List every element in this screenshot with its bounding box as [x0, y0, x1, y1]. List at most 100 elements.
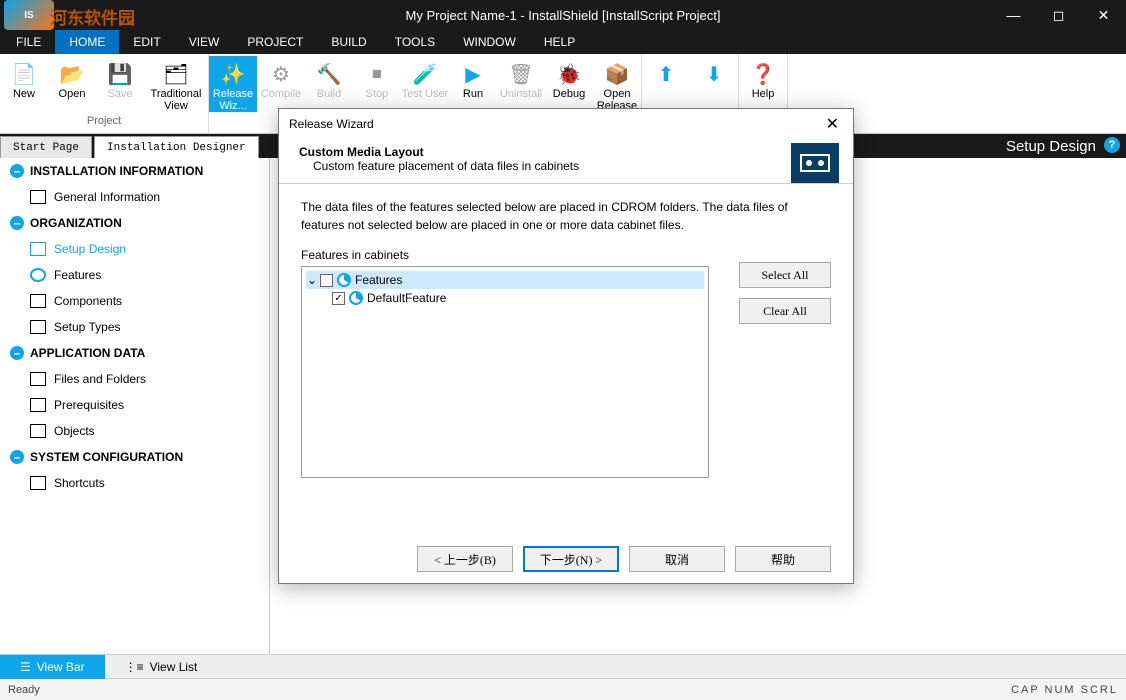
- test-user-button: 🧪Test User: [401, 56, 449, 100]
- collapse-icon[interactable]: –: [10, 216, 24, 230]
- maximize-button[interactable]: ◻: [1036, 0, 1081, 30]
- menu-tools[interactable]: TOOLS: [381, 30, 449, 54]
- save-icon: 💾: [106, 60, 134, 88]
- arrow-icon: [30, 476, 46, 490]
- context-help-icon[interactable]: ?: [1104, 137, 1120, 153]
- next-button[interactable]: 下一步(N) >: [523, 546, 619, 572]
- nav-section[interactable]: –APPLICATION DATA: [0, 340, 269, 366]
- down-button[interactable]: ⬇: [690, 56, 738, 88]
- tab-installation-designer[interactable]: Installation Designer: [94, 136, 259, 158]
- menu-build[interactable]: BUILD: [317, 30, 380, 54]
- save-button: 💾Save: [96, 56, 144, 100]
- open-release-icon: 📦: [603, 60, 631, 88]
- help-icon: ❓: [749, 60, 777, 88]
- select-all-button[interactable]: Select All: [739, 262, 831, 288]
- run-button[interactable]: ▶Run: [449, 56, 497, 100]
- tree-checkbox[interactable]: ✓: [332, 292, 345, 305]
- menu-file[interactable]: FILE: [2, 30, 55, 54]
- dialog-title-text: Release Wizard: [289, 117, 374, 131]
- new-icon: 📄: [10, 60, 38, 88]
- compile-icon: ⚙: [267, 60, 295, 88]
- tab-start-page[interactable]: Start Page: [0, 136, 92, 158]
- grid-icon: [30, 242, 46, 256]
- menu-home[interactable]: HOME: [55, 30, 119, 54]
- tree-node-label: Features: [355, 273, 402, 287]
- view-bar: ☰View Bar ⋮≡View List: [0, 654, 1126, 678]
- release-wizard-button[interactable]: ✨Release Wiz...: [209, 56, 257, 112]
- menu-view[interactable]: VIEW: [175, 30, 234, 54]
- nav-section[interactable]: –ORGANIZATION: [0, 210, 269, 236]
- tree-label: Features in cabinets: [301, 248, 831, 262]
- menu-edit[interactable]: EDIT: [119, 30, 174, 54]
- doc-icon: [30, 372, 46, 386]
- tree-node-default-feature[interactable]: ✓ DefaultFeature: [306, 289, 704, 307]
- doc-icon: [30, 398, 46, 412]
- collapse-icon[interactable]: –: [10, 346, 24, 360]
- collapse-icon[interactable]: –: [10, 164, 24, 178]
- stop-button: ⏹Stop: [353, 56, 401, 100]
- view-list-button[interactable]: ⋮≡View List: [105, 655, 218, 679]
- menu-window[interactable]: WINDOW: [449, 30, 530, 54]
- status-text: Ready: [8, 684, 40, 696]
- traditional-view-button[interactable]: 🗂Traditional View: [144, 56, 208, 112]
- tree-node-label: DefaultFeature: [367, 291, 446, 305]
- clear-all-button[interactable]: Clear All: [739, 298, 831, 324]
- debug-button[interactable]: 🐞Debug: [545, 56, 593, 100]
- uninstall-icon: 🗑: [507, 60, 535, 88]
- nav-item-setup-design[interactable]: Setup Design: [0, 236, 269, 262]
- open-button[interactable]: 📂Open: [48, 56, 96, 100]
- release-wizard-dialog: Release Wizard ✕ Custom Media Layout Cus…: [278, 108, 854, 584]
- open-release-button[interactable]: 📦Open Release: [593, 56, 641, 112]
- menu-project[interactable]: PROJECT: [233, 30, 317, 54]
- nav-item-files-and-folders[interactable]: Files and Folders: [0, 366, 269, 392]
- tree-node-features[interactable]: ⌄ Features: [306, 271, 704, 289]
- run-icon: ▶: [459, 60, 487, 88]
- collapse-icon[interactable]: –: [10, 450, 24, 464]
- dialog-close-button[interactable]: ✕: [822, 114, 843, 134]
- open-icon: 📂: [58, 60, 86, 88]
- help-button[interactable]: 帮助: [735, 546, 831, 572]
- gift-icon: [30, 320, 46, 334]
- nav-item-objects[interactable]: Objects: [0, 418, 269, 444]
- status-indicators: CAP NUM SCRL: [1011, 684, 1118, 696]
- media-icon: [791, 143, 839, 183]
- back-button[interactable]: < 上一步(B): [417, 546, 513, 572]
- tree-expand-icon[interactable]: ⌄: [306, 273, 318, 287]
- nav-item-components[interactable]: Components: [0, 288, 269, 314]
- box-icon: [30, 424, 46, 438]
- dialog-footer: < 上一步(B) 下一步(N) > 取消 帮助: [279, 535, 853, 583]
- down-icon: ⬇: [700, 60, 728, 88]
- tree-checkbox[interactable]: [320, 274, 333, 287]
- minimize-button[interactable]: —: [991, 0, 1036, 30]
- nav-item-prerequisites[interactable]: Prerequisites: [0, 392, 269, 418]
- up-button[interactable]: ⬆: [642, 56, 690, 88]
- nav-section[interactable]: –INSTALLATION INFORMATION: [0, 158, 269, 184]
- help-button[interactable]: ❓Help: [739, 56, 787, 100]
- nav-item-shortcuts[interactable]: Shortcuts: [0, 470, 269, 496]
- new-button[interactable]: 📄New: [0, 56, 48, 100]
- dialog-step-title: Custom Media Layout: [299, 145, 833, 159]
- view-bar-button[interactable]: ☰View Bar: [0, 655, 105, 679]
- dialog-titlebar: Release Wizard ✕: [279, 109, 853, 139]
- features-tree[interactable]: ⌄ Features ✓ DefaultFeature: [301, 266, 709, 478]
- up-icon: ⬆: [652, 60, 680, 88]
- release-wizard-icon: ✨: [219, 60, 247, 88]
- nav-section[interactable]: –SYSTEM CONFIGURATION: [0, 444, 269, 470]
- window-icon: [30, 190, 46, 204]
- test-user-icon: 🧪: [411, 60, 439, 88]
- traditional-view-icon: 🗂: [162, 60, 190, 88]
- app-logo: IS: [4, 0, 54, 30]
- nav-item-setup-types[interactable]: Setup Types: [0, 314, 269, 340]
- status-bar: Ready CAP NUM SCRL: [0, 678, 1126, 700]
- pie-icon: [30, 268, 46, 282]
- menu-help[interactable]: HELP: [530, 30, 589, 54]
- build-button: 🔨Build: [305, 56, 353, 100]
- cancel-button[interactable]: 取消: [629, 546, 725, 572]
- nav-item-features[interactable]: Features: [0, 262, 269, 288]
- dialog-header: Custom Media Layout Custom feature place…: [279, 139, 853, 184]
- close-button[interactable]: ✕: [1081, 0, 1126, 30]
- feature-icon: [337, 273, 351, 287]
- dialog-step-subtitle: Custom feature placement of data files i…: [299, 159, 833, 173]
- nav-item-general-information[interactable]: General Information: [0, 184, 269, 210]
- build-icon: 🔨: [315, 60, 343, 88]
